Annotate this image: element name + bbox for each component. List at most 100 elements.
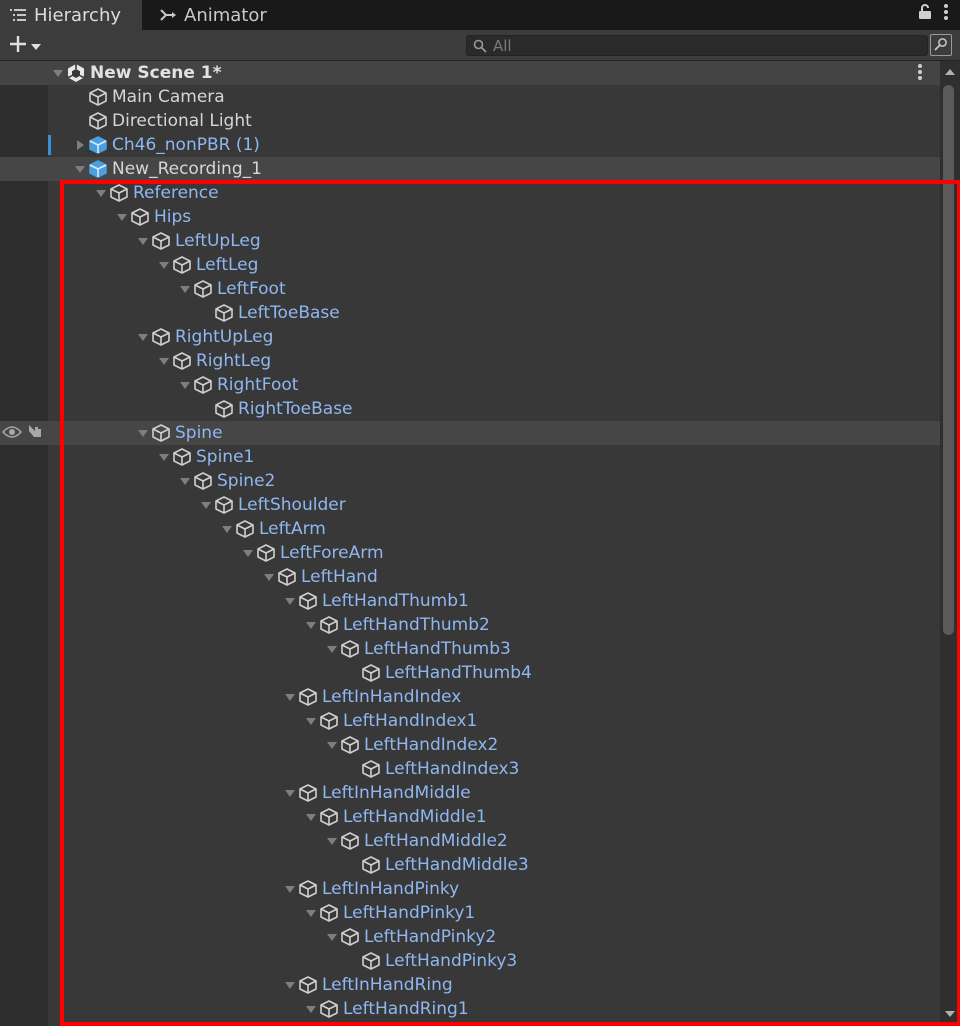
tree-item-label: Hips <box>154 207 192 227</box>
tree-row[interactable]: RightFoot <box>0 373 940 397</box>
tree-row[interactable]: LeftHandIndex2 <box>0 733 940 757</box>
expand-arrow-down-icon[interactable] <box>282 877 298 901</box>
tree-item-label: LeftHandIndex1 <box>343 711 478 731</box>
tree-row[interactable]: Spine1 <box>0 445 940 469</box>
tree-row[interactable]: LeftHandPinky1 <box>0 901 940 925</box>
expand-arrow-down-icon[interactable] <box>324 733 340 757</box>
expand-arrow-down-icon[interactable] <box>282 685 298 709</box>
scene-menu-icon[interactable] <box>918 64 922 84</box>
gameobject-cube-icon <box>172 349 194 373</box>
gameobject-cube-icon <box>340 829 362 853</box>
expand-arrow-down-icon[interactable] <box>303 997 319 1021</box>
tree-row[interactable]: LeftArm <box>0 517 940 541</box>
tree-row[interactable]: LeftInHandIndex <box>0 685 940 709</box>
search-scene-icon <box>934 36 948 55</box>
tree-row[interactable]: LeftUpLeg <box>0 229 940 253</box>
expand-arrow-down-icon[interactable] <box>324 829 340 853</box>
tree-row[interactable]: LeftLeg <box>0 253 940 277</box>
tree-row[interactable]: LeftToeBase <box>0 301 940 325</box>
expand-arrow-down-icon[interactable] <box>114 205 130 229</box>
gameobject-cube-icon <box>172 445 194 469</box>
tree-row[interactable]: LeftHandIndex1 <box>0 709 940 733</box>
expand-arrow-down-icon[interactable] <box>177 469 193 493</box>
tree-row[interactable]: RightToeBase <box>0 397 940 421</box>
tree-row[interactable]: LeftHandMiddle2 <box>0 829 940 853</box>
more-options-icon[interactable] <box>944 4 948 24</box>
tree-row[interactable]: LeftInHandPinky <box>0 877 940 901</box>
expand-arrow-down-icon[interactable] <box>324 925 340 949</box>
tree-row[interactable]: Main Camera <box>0 85 940 109</box>
tree-row[interactable]: RightUpLeg <box>0 325 940 349</box>
tree-item-label: LeftInHandMiddle <box>322 783 471 803</box>
expand-arrow-down-icon[interactable] <box>135 325 151 349</box>
expand-arrow-down-icon[interactable] <box>303 613 319 637</box>
tree-row[interactable]: Ch46_nonPBR (1) <box>0 133 940 157</box>
tree-row[interactable]: LeftHandRing1 <box>0 997 940 1021</box>
tree-row[interactable]: LeftHand <box>0 565 940 589</box>
expand-arrow-down-icon[interactable] <box>156 445 172 469</box>
tree-row[interactable]: New_Recording_1 <box>0 157 940 181</box>
tree-row[interactable]: Spine2 <box>0 469 940 493</box>
tree-row[interactable]: LeftInHandRing <box>0 973 940 997</box>
tree-item-label: Spine <box>175 423 223 443</box>
expand-arrow-down-icon[interactable] <box>156 349 172 373</box>
search-placeholder: All <box>493 36 512 55</box>
expand-arrow-down-icon[interactable] <box>282 781 298 805</box>
expand-arrow-down-icon[interactable] <box>50 61 66 85</box>
tab-hierarchy[interactable]: Hierarchy <box>0 0 142 30</box>
tree-row[interactable]: Spine <box>0 421 940 445</box>
expand-arrow-down-icon[interactable] <box>261 565 277 589</box>
tree-row[interactable]: LeftFoot <box>0 277 940 301</box>
expand-arrow-down-icon[interactable] <box>303 805 319 829</box>
tree-row[interactable]: LeftHandMiddle1 <box>0 805 940 829</box>
tree-row[interactable]: LeftHandMiddle3 <box>0 853 940 877</box>
expand-arrow-down-icon[interactable] <box>177 373 193 397</box>
scroll-up-icon[interactable] <box>944 67 956 77</box>
scene-visibility-button[interactable] <box>930 34 952 56</box>
expand-arrow-down-icon[interactable] <box>303 709 319 733</box>
expand-arrow-right-icon[interactable] <box>72 133 88 157</box>
tab-animator[interactable]: Animator <box>150 0 320 30</box>
expand-arrow-down-icon[interactable] <box>219 517 235 541</box>
expand-arrow-down-icon[interactable] <box>240 541 256 565</box>
scene-row[interactable]: New Scene 1* <box>0 61 940 85</box>
lock-icon[interactable] <box>918 4 932 24</box>
gameobject-cube-icon <box>319 997 341 1021</box>
gameobject-cube-icon <box>88 85 110 109</box>
tree-item-label: RightUpLeg <box>175 327 274 347</box>
search-field[interactable]: All <box>466 35 928 56</box>
expand-arrow-down-icon[interactable] <box>72 157 88 181</box>
tree-row[interactable]: LeftForeArm <box>0 541 940 565</box>
tree-row[interactable]: LeftHandThumb2 <box>0 613 940 637</box>
tree-row[interactable]: LeftHandPinky2 <box>0 925 940 949</box>
expand-arrow-down-icon[interactable] <box>282 589 298 613</box>
expand-arrow-down-icon[interactable] <box>135 421 151 445</box>
add-object-button[interactable] <box>8 34 42 58</box>
tree-row[interactable]: LeftShoulder <box>0 493 940 517</box>
expand-arrow-down-icon[interactable] <box>198 493 214 517</box>
gameobject-cube-icon <box>214 397 236 421</box>
expand-arrow-down-icon[interactable] <box>93 181 109 205</box>
expand-arrow-down-icon[interactable] <box>156 253 172 277</box>
tree-row[interactable]: LeftInHandMiddle <box>0 781 940 805</box>
tree-row[interactable]: LeftHandThumb4 <box>0 661 940 685</box>
tree-row[interactable]: Directional Light <box>0 109 940 133</box>
scrollbar-thumb[interactable] <box>943 85 954 635</box>
tree-row[interactable]: Hips <box>0 205 940 229</box>
expand-arrow-down-icon[interactable] <box>135 229 151 253</box>
expand-arrow-down-icon[interactable] <box>177 277 193 301</box>
vertical-scrollbar[interactable] <box>940 61 960 1026</box>
tree-row[interactable]: LeftHandPinky3 <box>0 949 940 973</box>
tree-row[interactable]: LeftHandThumb1 <box>0 589 940 613</box>
tree-row[interactable]: Reference <box>0 181 940 205</box>
tree-row[interactable]: LeftHandIndex3 <box>0 757 940 781</box>
tree-row[interactable]: RightLeg <box>0 349 940 373</box>
expand-arrow-down-icon[interactable] <box>303 901 319 925</box>
pickable-hand-icon[interactable] <box>26 423 44 443</box>
eye-icon[interactable] <box>1 424 23 443</box>
tree-row[interactable]: LeftHandThumb3 <box>0 637 940 661</box>
scroll-down-icon[interactable] <box>944 1009 956 1019</box>
expand-arrow-down-icon[interactable] <box>282 973 298 997</box>
expand-arrow-down-icon[interactable] <box>324 637 340 661</box>
tree-item-label: LeftInHandRing <box>322 975 453 995</box>
